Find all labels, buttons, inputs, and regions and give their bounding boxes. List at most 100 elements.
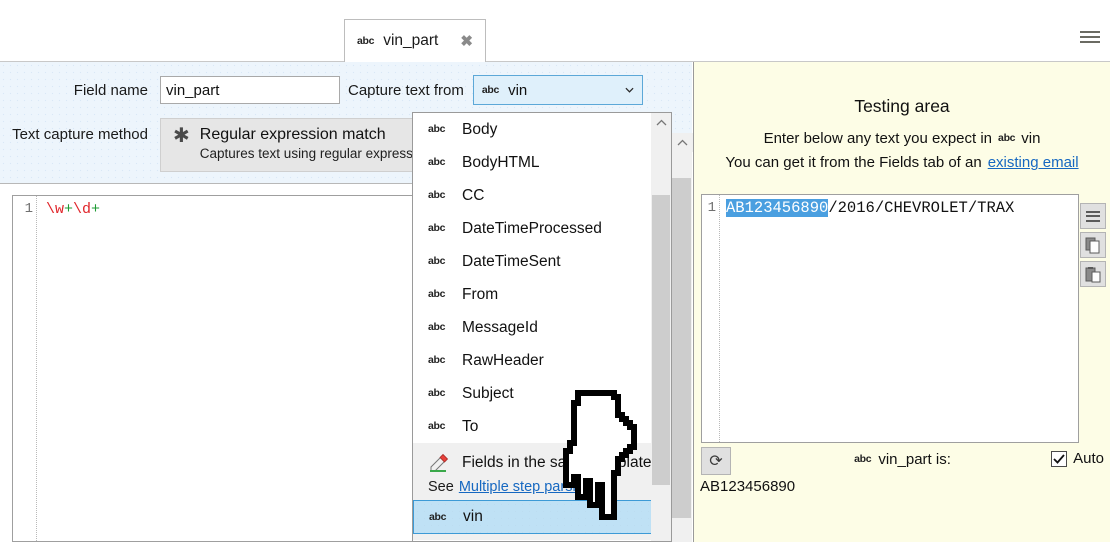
test-input-rest: /2016/CHEVROLET/TRAX	[828, 199, 1015, 217]
testing-instruction-line-2: You can get it from the Fields tab of an…	[694, 154, 1110, 171]
text-capture-method-label: Text capture method	[12, 126, 148, 143]
field-name-row: Field name Capture text from abc vin	[0, 75, 692, 105]
abc-icon: abc	[854, 453, 872, 466]
abc-icon: abc	[428, 156, 446, 169]
dropdown-item-label: DateTimeProcessed	[462, 219, 602, 237]
dropdown-item-bodyhtml[interactable]: abc BodyHTML	[413, 146, 652, 179]
test-input-line: AB123456890/2016/CHEVROLET/TRAX	[726, 199, 1014, 217]
dropdown-item-cc[interactable]: abc CC	[413, 179, 652, 212]
editor-scrollbar[interactable]	[670, 133, 693, 542]
abc-icon: abc	[428, 321, 446, 334]
regex-token-quantifier: +	[64, 201, 74, 218]
dropdown-group-header: Fields in the same template	[413, 447, 652, 479]
dropdown-group-same-template: Fields in the same template See Multiple…	[413, 443, 652, 540]
abc-icon: abc	[428, 288, 446, 301]
menu-icon	[1086, 208, 1100, 224]
dropdown-item-body[interactable]: abc Body	[413, 113, 652, 146]
dropdown-item-label: DateTimeSent	[462, 252, 561, 270]
dropdown-item-datetimeprocessed[interactable]: abc DateTimeProcessed	[413, 212, 652, 245]
abc-icon: abc	[428, 123, 446, 136]
test-input-gutter: 1	[702, 195, 720, 442]
capture-text-from-dropdown[interactable]: abc Body abc BodyHTML abc CC abc DateTim…	[412, 112, 672, 542]
dropdown-item-label: MessageId	[462, 318, 538, 336]
dropdown-item-from[interactable]: abc From	[413, 278, 652, 311]
check-icon	[1053, 453, 1065, 464]
note-prefix: See	[428, 479, 454, 495]
abc-icon: abc	[998, 132, 1016, 145]
hamburger-line	[1080, 36, 1100, 38]
close-icon[interactable]: ✖	[460, 34, 473, 49]
method-title: Regular expression match	[199, 126, 386, 143]
test-status-row: ⟳ abc vin_part is: Auto	[694, 447, 1110, 481]
abc-icon: abc	[428, 387, 446, 400]
checkbox-box[interactable]	[1051, 450, 1068, 467]
abc-icon: abc	[357, 34, 375, 47]
dropdown-item-label: From	[462, 285, 499, 303]
regex-token-escape: \w	[46, 201, 65, 218]
method-subtitle: Captures text using regular expressions	[199, 146, 438, 161]
dropdown-item-vin-selected[interactable]: abc vin	[413, 500, 652, 534]
testing-instruction-line-1: Enter below any text you expect in abc v…	[694, 130, 1110, 147]
existing-email-link[interactable]: existing email	[988, 154, 1079, 171]
dropdown-item-label: BodyHTML	[462, 153, 540, 171]
result-label-wrap: abc vin_part is:	[694, 451, 1110, 468]
result-label: vin_part is:	[878, 451, 951, 468]
editor-gutter: 1	[13, 196, 37, 541]
testing-area-pane: Testing area Enter below any text you ex…	[693, 62, 1110, 542]
regex-token-quantifier: +	[91, 201, 101, 218]
chevron-down-icon	[625, 87, 634, 93]
editor-scrollbar-thumb[interactable]	[672, 178, 691, 518]
dropdown-item-subject[interactable]: abc Subject	[413, 377, 652, 410]
regex-token-escape: \d	[73, 201, 92, 218]
line-number: 1	[24, 201, 33, 217]
dropdown-item-label: To	[462, 417, 479, 435]
dropdown-item-label: Subject	[462, 384, 514, 402]
instruction-field-name: vin	[1021, 130, 1041, 147]
hamburger-menu-icon[interactable]	[1076, 26, 1104, 48]
dropdown-item-label: vin	[463, 508, 483, 525]
regex-code-line: \w+\d+	[46, 201, 100, 218]
dropdown-item-rawheader[interactable]: abc RawHeader	[413, 344, 652, 377]
abc-icon: abc	[428, 222, 446, 235]
dropdown-item-label: Body	[462, 120, 498, 138]
testing-area-title: Testing area	[854, 96, 950, 116]
paste-button[interactable]	[1080, 261, 1106, 287]
dropdown-item-messageid[interactable]: abc MessageId	[413, 311, 652, 344]
scroll-up-icon[interactable]	[671, 133, 693, 152]
instruction-prefix: You can get it from the Fields tab of an	[725, 154, 982, 171]
tab-label: vin_part	[383, 32, 439, 49]
abc-icon: abc	[428, 354, 446, 367]
line-number: 1	[707, 200, 716, 216]
asterisk-icon: ✱	[173, 125, 190, 147]
result-value: AB123456890	[700, 478, 796, 495]
dropdown-item-datetimesent[interactable]: abc DateTimeSent	[413, 245, 652, 278]
regex-match-highlight: AB123456890	[726, 199, 829, 217]
auto-checkbox[interactable]: Auto	[1051, 450, 1104, 467]
abc-icon: abc	[428, 255, 446, 268]
copy-icon	[1085, 237, 1100, 253]
test-text-input[interactable]: 1 AB123456890/2016/CHEVROLET/TRAX	[701, 194, 1079, 443]
capture-text-from-value: vin	[508, 81, 528, 99]
abc-icon: abc	[481, 83, 500, 96]
abc-icon: abc	[429, 510, 447, 523]
instruction-prefix: Enter below any text you expect in	[763, 130, 993, 147]
field-name-input[interactable]	[160, 76, 340, 104]
dropdown-group-label: Fields in the same template	[462, 454, 652, 471]
abc-icon: abc	[428, 189, 446, 202]
multiple-step-parsing-link[interactable]: Multiple step parsing	[459, 479, 592, 495]
auto-label: Auto	[1073, 450, 1104, 467]
tab-bar: abc vin_part ✖	[0, 0, 1110, 63]
pencil-icon	[430, 453, 449, 472]
dropdown-scrollbar-thumb[interactable]	[652, 195, 670, 485]
dropdown-scrollbar[interactable]	[651, 113, 671, 541]
scroll-up-icon[interactable]	[651, 113, 671, 132]
dropdown-item-label: CC	[462, 186, 485, 204]
capture-text-from-select[interactable]: abc vin	[472, 75, 643, 105]
capture-text-from-label: Capture text from	[348, 81, 464, 99]
abc-icon: abc	[428, 420, 446, 433]
test-input-menu-button[interactable]	[1080, 203, 1106, 229]
tab-vin-part[interactable]: abc vin_part ✖	[344, 19, 486, 63]
dropdown-item-to[interactable]: abc To	[413, 410, 652, 443]
paste-icon	[1085, 266, 1101, 282]
copy-button[interactable]	[1080, 232, 1106, 258]
